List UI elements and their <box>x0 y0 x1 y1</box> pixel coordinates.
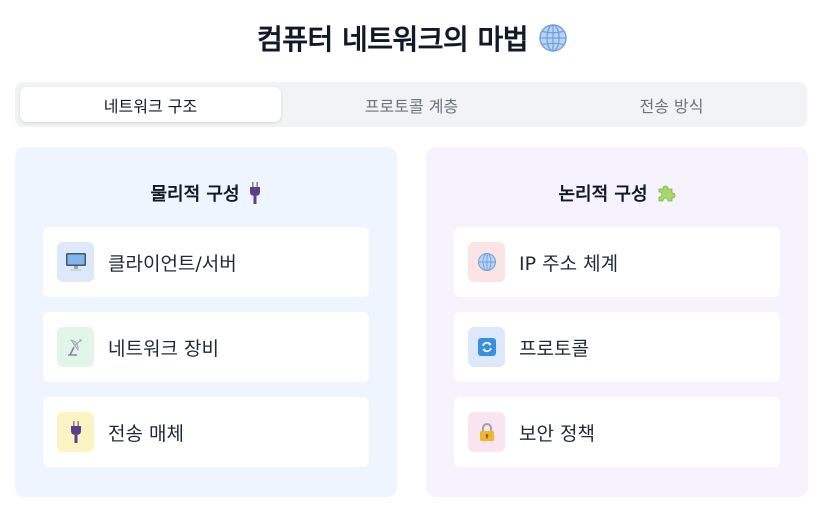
logical-composition-panel: 논리적 구성 IP 주소 체계 프로토콜 보안 정책 <box>426 147 808 497</box>
physical-composition-panel: 물리적 구성 클라이언트/서버 네트워크 장비 전송 매체 <box>15 147 397 497</box>
lock-icon <box>478 422 496 442</box>
icon-box <box>57 327 94 367</box>
tab-network-structure[interactable]: 네트워크 구조 <box>20 87 281 122</box>
tab-bar: 네트워크 구조 프로토콜 계층 전송 방식 <box>15 82 807 127</box>
puzzle-piece-icon <box>656 183 676 203</box>
globe-icon <box>477 252 497 272</box>
card-client-server[interactable]: 클라이언트/서버 <box>43 227 369 297</box>
plug-icon <box>248 182 262 204</box>
icon-box <box>468 327 505 367</box>
icon-box <box>57 242 94 282</box>
panel-title-text: 논리적 구성 <box>558 184 648 205</box>
satellite-antenna-icon <box>65 336 87 358</box>
card-label: 전송 매체 <box>108 422 184 445</box>
tab-protocol-layers[interactable]: 프로토콜 계층 <box>281 87 542 122</box>
icon-box <box>57 412 94 452</box>
globe-icon <box>538 23 568 53</box>
card-network-equipment[interactable]: 네트워크 장비 <box>43 312 369 382</box>
icon-box <box>468 242 505 282</box>
page-title: 컴퓨터 네트워크의 마법 <box>0 18 825 58</box>
refresh-icon <box>477 338 496 356</box>
card-ip-addressing[interactable]: IP 주소 체계 <box>454 227 780 297</box>
icon-box <box>468 412 505 452</box>
card-protocol[interactable]: 프로토콜 <box>454 312 780 382</box>
card-label: 클라이언트/서버 <box>108 252 237 275</box>
tab-transmission-methods[interactable]: 전송 방식 <box>541 87 802 122</box>
card-label: IP 주소 체계 <box>519 252 619 275</box>
panel-title: 물리적 구성 <box>15 180 397 206</box>
card-label: 보안 정책 <box>519 422 595 445</box>
desktop-computer-icon <box>65 251 87 273</box>
page-title-text: 컴퓨터 네트워크의 마법 <box>256 23 529 56</box>
card-transmission-medium[interactable]: 전송 매체 <box>43 397 369 467</box>
panel-title: 논리적 구성 <box>426 180 808 206</box>
panel-title-text: 물리적 구성 <box>150 184 240 205</box>
card-label: 네트워크 장비 <box>108 337 219 360</box>
card-label: 프로토콜 <box>519 337 589 360</box>
card-security-policy[interactable]: 보안 정책 <box>454 397 780 467</box>
plug-icon <box>69 421 83 443</box>
